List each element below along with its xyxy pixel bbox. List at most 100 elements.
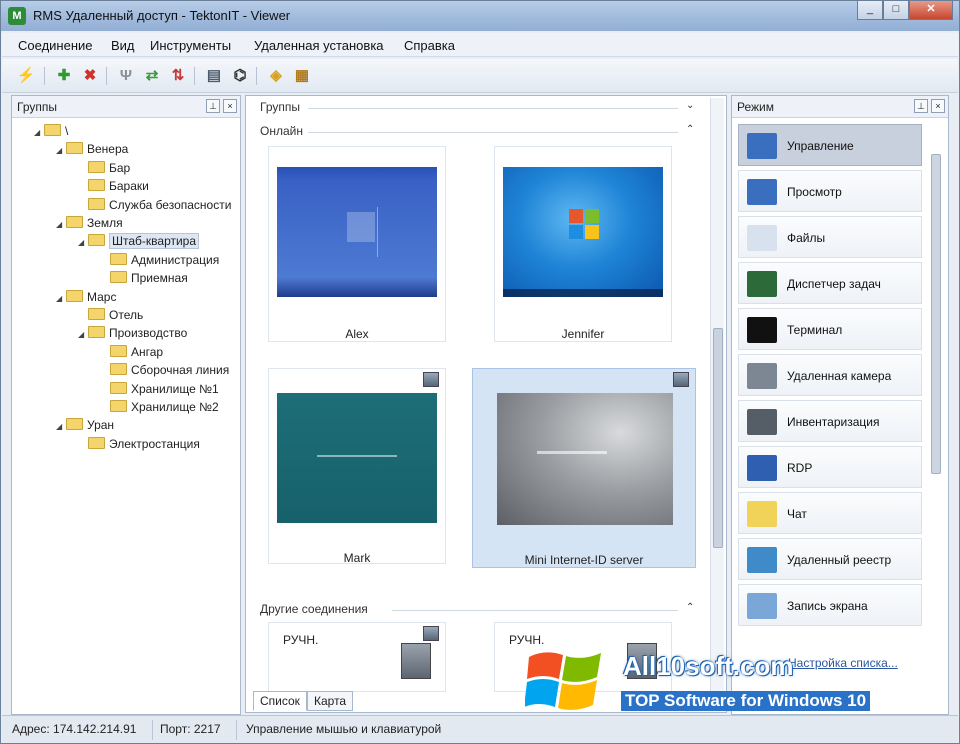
chevron-up-icon[interactable]: ⌃ — [686, 124, 694, 135]
tree-node[interactable]: ◢ Марс — [56, 288, 116, 306]
tree-node[interactable]: Хранилище №1 — [100, 380, 219, 398]
network-icon[interactable]: ▦ — [292, 66, 312, 86]
tree-node[interactable]: Служба безопасности — [78, 196, 231, 214]
close-panel-icon[interactable]: × — [931, 99, 945, 113]
tag-icon[interactable]: ◈ — [266, 66, 286, 86]
computer-thumbnail-selected[interactable]: Mini Internet-ID server — [472, 368, 696, 568]
chat-icon — [747, 501, 777, 527]
maximize-button[interactable]: □ — [883, 1, 909, 20]
tree-node[interactable]: Хранилище №2 — [100, 398, 219, 416]
mode-item[interactable]: Удаленный реестр — [738, 538, 922, 580]
mode-label: Запись экрана — [787, 599, 868, 613]
tree-node[interactable]: ◢ Уран — [56, 416, 114, 434]
minimize-button[interactable]: _ — [857, 1, 883, 20]
remote-screen-preview — [277, 393, 437, 523]
app-window: M RMS Удаленный доступ - TektonIT - View… — [0, 0, 960, 744]
mode-item[interactable]: Инвентаризация — [738, 400, 922, 442]
tab-list[interactable]: Список — [253, 691, 307, 711]
tree-node[interactable]: Ангар — [100, 343, 163, 361]
mode-label: RDP — [787, 461, 813, 475]
mode-label: Чат — [787, 507, 807, 521]
close-panel-icon[interactable]: × — [223, 99, 237, 113]
expand-toggle-icon[interactable]: ◢ — [56, 418, 66, 436]
chevron-down-icon[interactable]: ⌄ — [686, 100, 694, 111]
mode-item[interactable]: Чат — [738, 492, 922, 534]
expand-toggle-icon[interactable]: ◢ — [56, 216, 66, 234]
tree-node[interactable]: Бар — [78, 159, 130, 177]
computer-thumbnail[interactable]: Jennifer — [494, 146, 672, 342]
tree-node[interactable]: Приемная — [100, 269, 188, 287]
tree-node-label: Хранилище №1 — [131, 381, 219, 396]
computer-thumbnail[interactable]: Alex — [268, 146, 446, 342]
mode-label: Инвентаризация — [787, 415, 880, 429]
tree-node-label: Бараки — [109, 179, 149, 194]
tree-node[interactable]: ◢ Венера — [56, 140, 128, 158]
menu-connection[interactable]: Соединение — [18, 38, 93, 53]
binoculars-icon[interactable]: ⌬ — [230, 66, 250, 86]
tree-node-label: Марс — [87, 289, 117, 304]
tree-node[interactable]: ◢ Производство — [78, 324, 187, 342]
menu-remote-install[interactable]: Удаленная установка — [254, 38, 384, 53]
folder-icon — [88, 179, 105, 192]
delete-icon[interactable]: ✖ — [80, 66, 100, 86]
window-title: RMS Удаленный доступ - TektonIT - Viewer — [33, 8, 291, 23]
status-address: Адрес: 174.142.214.91 — [12, 722, 137, 736]
transfer-icon[interactable]: ⇄ — [142, 66, 162, 86]
expand-toggle-icon[interactable]: ◢ — [78, 234, 88, 252]
scrollbar-thumb[interactable] — [713, 328, 723, 548]
title-bar[interactable]: M RMS Удаленный доступ - TektonIT - View… — [1, 1, 959, 31]
pin-icon[interactable]: ⊥ — [914, 99, 928, 113]
tree-node[interactable]: ◢ \ — [34, 122, 68, 140]
properties-icon[interactable]: ▤ — [204, 66, 224, 86]
expand-toggle-icon[interactable]: ◢ — [56, 290, 66, 308]
tree-node[interactable]: Сборочная линия — [100, 361, 229, 379]
mode-label: Просмотр — [787, 185, 842, 199]
tree-node-label: Земля — [87, 216, 123, 230]
folder-icon — [110, 271, 127, 284]
manual-connection-card[interactable]: РУЧН. — [268, 622, 446, 692]
mode-label: Файлы — [787, 231, 826, 245]
computer-icon — [401, 643, 431, 679]
close-button[interactable]: ✕ — [909, 1, 953, 20]
add-icon[interactable]: ✚ — [54, 66, 74, 86]
sync-icon[interactable]: ⇅ — [168, 66, 188, 86]
expand-toggle-icon[interactable]: ◢ — [78, 326, 88, 344]
vertical-scrollbar[interactable] — [710, 98, 724, 710]
network-badge-icon — [423, 626, 439, 641]
mode-item[interactable]: RDP — [738, 446, 922, 488]
mode-item[interactable]: Терминал — [738, 308, 922, 350]
menu-help[interactable]: Справка — [404, 38, 455, 53]
mode-item[interactable]: Управление — [738, 124, 922, 166]
expand-toggle-icon[interactable]: ◢ — [34, 124, 44, 142]
tree-node[interactable]: ◢ Земля — [56, 214, 123, 232]
screen-record-icon — [747, 593, 777, 619]
divider — [308, 132, 678, 133]
mode-item[interactable]: Диспетчер задач — [738, 262, 922, 304]
antenna-icon[interactable]: Ψ — [116, 66, 136, 86]
tree-node[interactable]: Электростанция — [78, 435, 200, 453]
mode-item[interactable]: Файлы — [738, 216, 922, 258]
tree-node[interactable]: Бараки — [78, 177, 149, 195]
menu-tools[interactable]: Инструменты — [150, 38, 231, 53]
folder-icon — [88, 308, 105, 320]
tree-node[interactable]: ◢ Штаб-квартира — [78, 232, 200, 252]
menu-view[interactable]: Вид — [111, 38, 135, 53]
mode-label: Терминал — [787, 323, 843, 337]
chevron-up-icon[interactable]: ⌃ — [686, 602, 694, 613]
computer-thumbnail[interactable]: Mark — [268, 368, 446, 565]
tab-map[interactable]: Карта — [307, 691, 354, 711]
mode-item[interactable]: Просмотр — [738, 170, 922, 212]
mode-list-scrollbar[interactable] — [930, 124, 942, 644]
pin-icon[interactable]: ⊥ — [206, 99, 220, 113]
tree-node-label: \ — [65, 124, 69, 138]
toolbar-separator — [256, 67, 257, 85]
tree-node[interactable]: Администрация — [100, 251, 219, 269]
mode-item[interactable]: Удаленная камера — [738, 354, 922, 396]
connect-icon[interactable]: ⚡ — [16, 66, 36, 86]
inventory-icon — [747, 409, 777, 435]
scrollbar-thumb[interactable] — [931, 154, 941, 474]
mode-item[interactable]: Запись экрана — [738, 584, 922, 626]
tree-node[interactable]: Отель — [78, 306, 143, 324]
expand-toggle-icon[interactable]: ◢ — [56, 142, 66, 160]
watermark: All10soft.com TOP Software for Windows 1… — [525, 647, 945, 717]
